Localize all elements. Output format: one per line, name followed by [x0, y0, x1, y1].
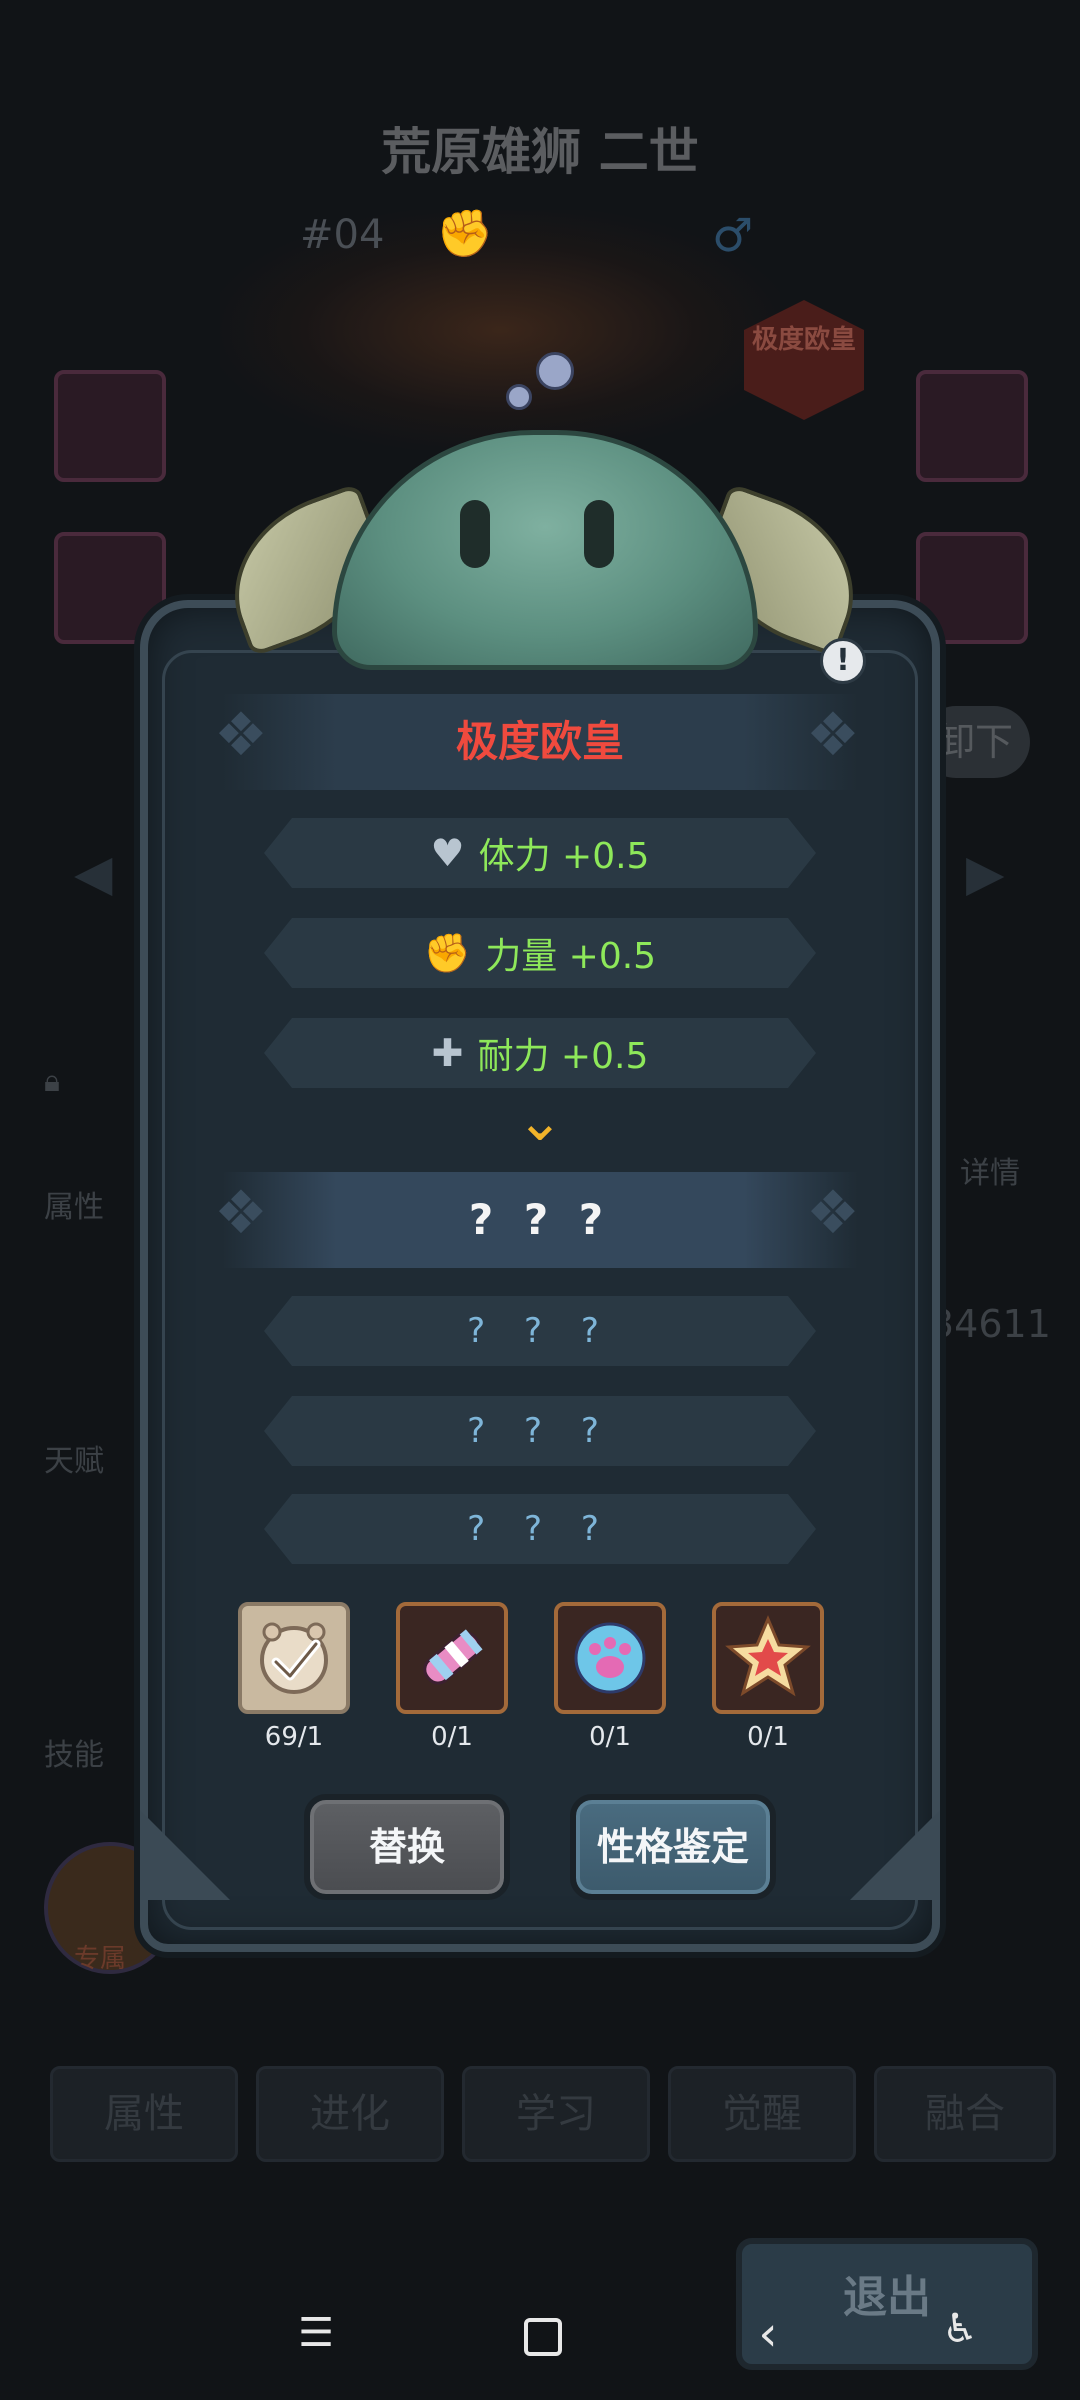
menu-icon[interactable]: ☰	[286, 2310, 346, 2356]
back-icon[interactable]: ‹	[738, 2306, 798, 2362]
unknown-row-text: ? ? ?	[467, 1509, 613, 1549]
unknown-personality-title: ? ? ?	[468, 1195, 612, 1244]
unknown-row: ? ? ?	[264, 1494, 816, 1564]
personality-title: 极度欧皇	[455, 717, 624, 766]
tab-awaken[interactable]: 觉醒	[668, 2066, 856, 2162]
exclusive-label: 专属	[74, 1944, 127, 1974]
info-icon[interactable]: !	[820, 638, 866, 684]
side-label-skill: 技能	[44, 1738, 104, 1773]
item-slot-paw[interactable]	[554, 1602, 666, 1714]
fist-icon: ✊	[436, 206, 494, 260]
stat-number: 34611	[930, 1302, 1051, 1346]
slime-eye-right	[584, 500, 614, 568]
stat-row-stamina: ♥ 体力 +0.5	[264, 818, 816, 888]
next-arrow-icon[interactable]: ▶	[966, 844, 1004, 902]
item-count: 0/1	[431, 1722, 473, 1752]
slime-antenna-small	[506, 384, 532, 410]
appraise-button[interactable]: 性格鉴定	[570, 1794, 776, 1900]
stat-text: 体力 +0.5	[478, 836, 650, 877]
item-slot-star[interactable]	[712, 1602, 824, 1714]
clock-check-icon	[260, 1622, 328, 1694]
prev-arrow-icon[interactable]: ◀	[74, 844, 112, 902]
unknown-row: ? ? ?	[264, 1296, 816, 1366]
item-count: 69/1	[264, 1722, 324, 1752]
gender-icon: ♂	[712, 208, 754, 262]
unknown-row-text: ? ? ?	[467, 1311, 613, 1351]
stat-row-strength: ✊ 力量 +0.5	[264, 918, 816, 988]
tab-evolve[interactable]: 进化	[256, 2066, 444, 2162]
replace-button[interactable]: 替换	[304, 1794, 510, 1900]
stat-text: 力量 +0.5	[485, 936, 657, 977]
item-count: 0/1	[589, 1722, 631, 1752]
pet-number: #04	[300, 212, 385, 258]
item-slot-candy[interactable]	[396, 1602, 508, 1714]
star-badge-icon	[725, 1615, 811, 1697]
item-slot-clock[interactable]	[238, 1602, 350, 1714]
home-icon[interactable]	[524, 2318, 562, 2356]
accessibility-icon[interactable]: ♿︎	[930, 2306, 990, 2352]
shield-cross-icon: ✚	[431, 1031, 464, 1075]
tab-attributes[interactable]: 属性	[50, 2066, 238, 2162]
candy-roll-icon	[423, 1629, 483, 1685]
side-label-talent: 天赋	[44, 1444, 104, 1479]
gear-slot-collar[interactable]	[916, 370, 1028, 482]
slime-eye-left	[460, 500, 490, 568]
fist-icon: ✊	[423, 930, 472, 975]
unknown-row: ? ? ?	[264, 1396, 816, 1466]
slime-antenna	[536, 352, 574, 390]
item-count: 0/1	[747, 1722, 789, 1752]
pet-name: 荒原雄狮 二世	[381, 123, 699, 181]
stat-row-endurance: ✚ 耐力 +0.5	[264, 1018, 816, 1088]
paw-cookie-icon	[574, 1622, 646, 1694]
tab-learn[interactable]: 学习	[462, 2066, 650, 2162]
tab-fuse[interactable]: 融合	[874, 2066, 1056, 2162]
unknown-row-text: ? ? ?	[467, 1411, 613, 1451]
gear-slot-claw[interactable]	[54, 370, 166, 482]
heart-icon: ♥	[430, 831, 465, 875]
stat-text: 耐力 +0.5	[477, 1036, 649, 1077]
